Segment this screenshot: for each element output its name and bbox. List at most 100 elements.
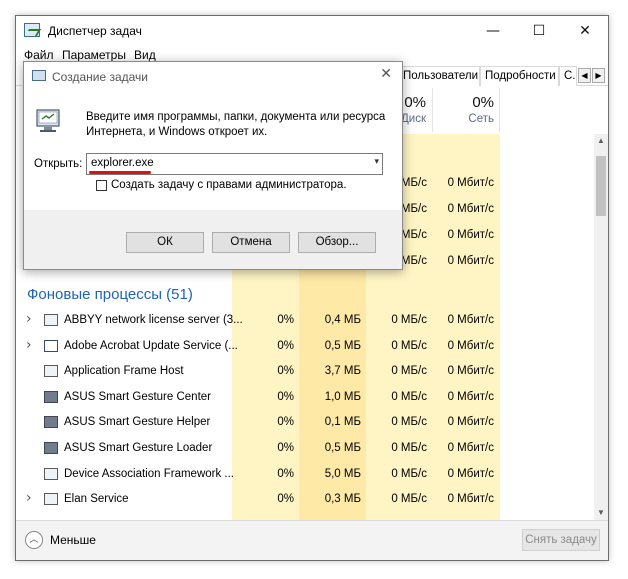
dialog-title: Создание задачи [52, 70, 148, 84]
partial-row-net: 0 Мбит/с [447, 229, 494, 241]
column-header-network[interactable]: 0% Сеть [444, 94, 494, 125]
partial-row-net: 0 Мбит/с [447, 255, 494, 267]
menu-view[interactable]: Вид [134, 48, 156, 62]
process-cpu: 0% [277, 442, 294, 454]
open-input-value[interactable]: explorer.exe [91, 157, 154, 169]
collapse-chevron-icon[interactable]: ︿ [25, 531, 43, 549]
process-network: 0 Мбит/с [447, 442, 494, 454]
network-total-percent: 0% [472, 94, 494, 111]
app-window-icon [44, 314, 58, 326]
process-name: ASUS Smart Gesture Center [64, 391, 211, 403]
process-name: ASUS Smart Gesture Loader [64, 442, 213, 454]
title-bar: Диспетчер задач — ☐ ✕ [16, 16, 608, 46]
footer-bar: ︿ Меньше Снять задачу [16, 520, 608, 560]
process-memory: 5,0 МБ [324, 468, 361, 480]
process-network: 0 Мбит/с [447, 493, 494, 505]
expand-chevron-icon[interactable]: › [26, 311, 32, 327]
close-button[interactable]: ✕ [562, 16, 608, 46]
ok-button[interactable]: ОК [126, 232, 204, 253]
minimize-button[interactable]: — [470, 16, 516, 46]
process-name: Application Frame Host [64, 365, 184, 377]
process-memory: 0,1 МБ [324, 416, 361, 428]
process-network: 0 Мбит/с [447, 314, 494, 326]
background-processes-heading: Фоновые процессы (51) [27, 286, 193, 303]
process-disk: 0 МБ/с [391, 493, 427, 505]
task-manager-icon [24, 23, 40, 37]
create-task-dialog: Создание задачи ✕ Введите имя программы,… [23, 61, 403, 270]
dialog-description: Введите имя программы, папки, документа … [86, 111, 386, 138]
expand-chevron-icon[interactable]: › [26, 337, 32, 353]
dialog-title-bar: Создание задачи ✕ [24, 62, 402, 90]
scroll-down-icon[interactable]: ▼ [594, 506, 608, 520]
process-cpu: 0% [277, 314, 294, 326]
chevron-down-icon[interactable]: ▾ [374, 157, 379, 167]
browse-button[interactable]: Обзор... [298, 232, 376, 253]
tab-scroll-right-icon[interactable]: ▶ [592, 68, 605, 83]
process-memory: 0,5 МБ [324, 442, 361, 454]
process-cpu: 0% [277, 468, 294, 480]
network-column-background [433, 134, 500, 520]
asus-icon [44, 416, 58, 428]
asus-icon [44, 391, 58, 403]
fewer-details-link[interactable]: Меньше [50, 533, 96, 547]
scroll-up-icon[interactable]: ▲ [594, 134, 608, 148]
expand-chevron-icon[interactable]: › [26, 490, 32, 506]
process-disk: 0 МБ/с [391, 391, 427, 403]
end-task-button[interactable]: Снять задачу [522, 529, 600, 551]
dialog-close-icon[interactable]: ✕ [380, 66, 392, 82]
red-underline-annotation [89, 171, 151, 174]
menu-file[interactable]: Файл [24, 48, 54, 62]
tab-details[interactable]: Подробности [480, 66, 559, 86]
process-name: ABBYY network license server (3... [64, 314, 243, 326]
open-field-label: Открыть: [34, 158, 83, 170]
maximize-button[interactable]: ☐ [516, 16, 562, 46]
tab-scroll-left-icon[interactable]: ◀ [578, 68, 591, 83]
process-network: 0 Мбит/с [447, 391, 494, 403]
process-name: Adobe Acrobat Update Service (... [64, 340, 238, 352]
tab-users[interactable]: Пользователи [398, 66, 480, 86]
run-program-icon [36, 109, 60, 132]
process-memory: 0,3 МБ [324, 493, 361, 505]
process-cpu: 0% [277, 365, 294, 377]
vertical-scrollbar[interactable]: ▲ ▼ [594, 134, 608, 520]
partial-row-net: 0 Мбит/с [447, 203, 494, 215]
run-dialog-icon [32, 70, 46, 81]
process-disk: 0 МБ/с [391, 416, 427, 428]
window-title: Диспетчер задач [48, 24, 142, 38]
scroll-thumb[interactable] [596, 156, 606, 216]
process-memory: 0,4 МБ [324, 314, 361, 326]
tab-services[interactable]: С. [559, 66, 577, 86]
process-network: 0 Мбит/с [447, 468, 494, 480]
process-disk: 0 МБ/с [391, 365, 427, 377]
admin-rights-label[interactable]: Создать задачу с правами администратора. [111, 179, 347, 191]
process-cpu: 0% [277, 493, 294, 505]
column-separator [499, 88, 500, 132]
menu-options[interactable]: Параметры [62, 48, 126, 62]
process-cpu: 0% [277, 340, 294, 352]
process-memory: 0,5 МБ [324, 340, 361, 352]
partial-row-net: 0 Мбит/с [447, 177, 494, 189]
process-name: ASUS Smart Gesture Helper [64, 416, 211, 428]
process-cpu: 0% [277, 391, 294, 403]
asus-loader-icon [44, 442, 58, 454]
dialog-button-bar: ОК Отмена Обзор... [24, 210, 402, 269]
process-cpu: 0% [277, 416, 294, 428]
network-column-label: Сеть [468, 113, 494, 125]
process-network: 0 Мбит/с [447, 416, 494, 428]
column-separator [432, 88, 433, 132]
process-disk: 0 МБ/с [391, 314, 427, 326]
process-name: Device Association Framework ... [64, 468, 235, 480]
open-combobox[interactable]: explorer.exe ▾ [86, 153, 383, 175]
app-window-icon [44, 468, 58, 480]
process-memory: 3,7 МБ [324, 365, 361, 377]
process-name: Elan Service [64, 493, 129, 505]
process-disk: 0 МБ/с [391, 340, 427, 352]
process-disk: 0 МБ/с [391, 442, 427, 454]
app-window-icon [44, 493, 58, 505]
admin-rights-checkbox[interactable] [96, 180, 107, 191]
process-disk: 0 МБ/с [391, 468, 427, 480]
process-network: 0 Мбит/с [447, 340, 494, 352]
cancel-button[interactable]: Отмена [212, 232, 290, 253]
app-window-icon [44, 365, 58, 377]
process-network: 0 Мбит/с [447, 365, 494, 377]
